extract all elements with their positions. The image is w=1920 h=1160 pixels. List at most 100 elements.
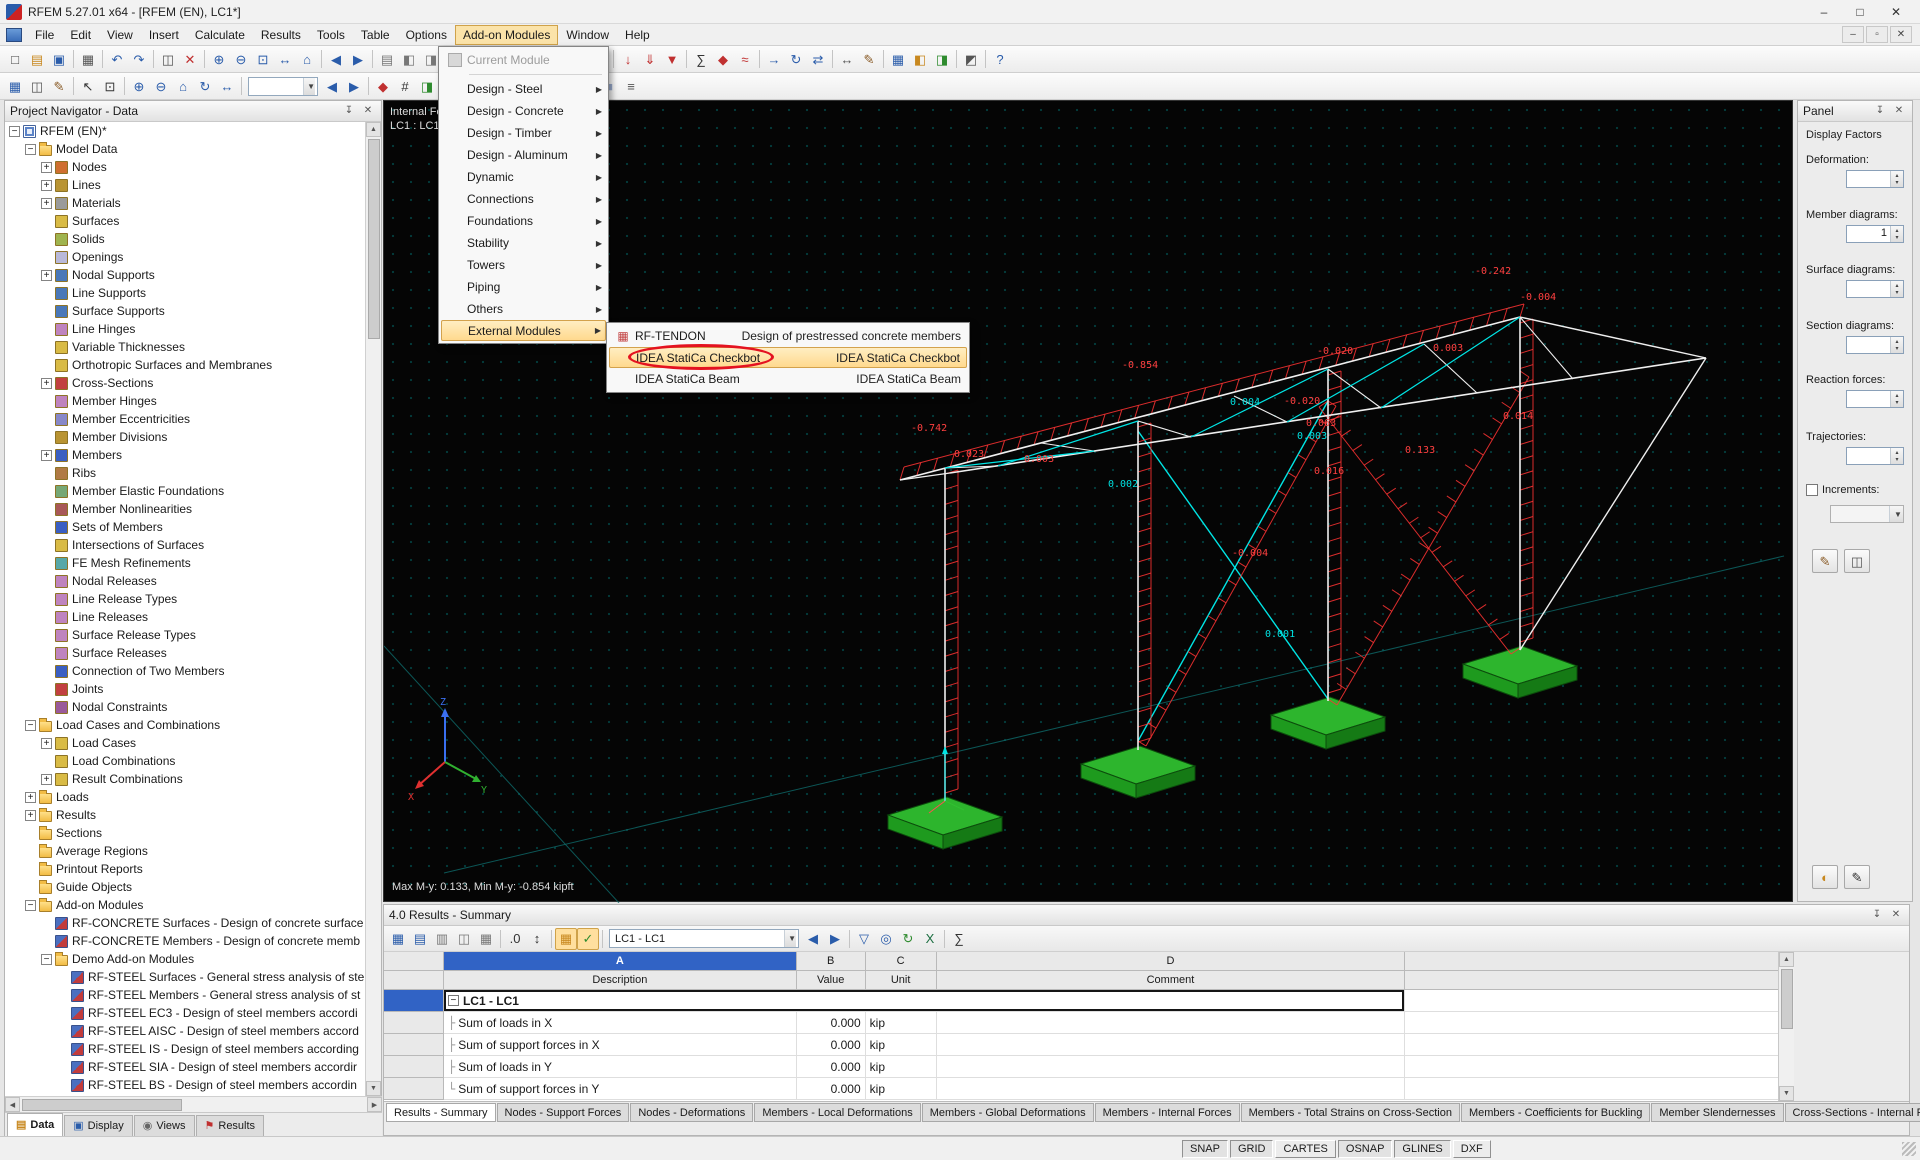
view-xz-button[interactable]: ◧ bbox=[398, 48, 420, 70]
undo-button[interactable]: ↶ bbox=[106, 48, 128, 70]
plus-box-icon[interactable]: + bbox=[25, 792, 36, 803]
status-toggle-dxf[interactable]: DXF bbox=[1453, 1140, 1491, 1158]
table-copy-button[interactable]: ◫ bbox=[26, 75, 48, 97]
plus-box-icon[interactable]: + bbox=[41, 198, 52, 209]
tree-item-result-combinations[interactable]: +Result Combinations bbox=[5, 770, 366, 788]
open-file-button[interactable]: ▤ bbox=[26, 48, 48, 70]
menu-item-design-aluminum[interactable]: Design - Aluminum▶ bbox=[441, 144, 606, 166]
scroll-up-icon[interactable]: ▲ bbox=[1779, 952, 1794, 967]
zoom2-all-button[interactable]: ⌂ bbox=[172, 75, 194, 97]
results-table-button[interactable]: ▦ bbox=[387, 928, 409, 950]
prev-case-button[interactable]: ◀ bbox=[802, 928, 824, 950]
results-onoff-button[interactable]: ◆ bbox=[372, 75, 394, 97]
tree-item-solids[interactable]: Solids bbox=[5, 230, 366, 248]
tree-item-rf-concrete-surfaces-design-of-concrete-surface[interactable]: RF-CONCRETE Surfaces - Design of concret… bbox=[5, 914, 366, 932]
minus-box-icon[interactable]: − bbox=[9, 126, 20, 137]
tree-item-rfem-en[interactable]: −RFEM (EN)* bbox=[5, 122, 366, 140]
menu-item-stability[interactable]: Stability▶ bbox=[441, 232, 606, 254]
tree-item-line-release-types[interactable]: Line Release Types bbox=[5, 590, 366, 608]
tree-item-sections[interactable]: Sections bbox=[5, 824, 366, 842]
status-toggle-snap[interactable]: SNAP bbox=[1182, 1140, 1228, 1158]
surface-diagrams-spinner[interactable]: ▴▾ bbox=[1846, 280, 1904, 298]
maximize-button[interactable]: □ bbox=[1842, 1, 1878, 23]
menu-item-help[interactable]: Help bbox=[617, 25, 658, 45]
show-relations-button[interactable]: ✓ bbox=[577, 928, 599, 950]
tree-item-surfaces[interactable]: Surfaces bbox=[5, 212, 366, 230]
results-tab-member-slendernesses[interactable]: Member Slendernesses bbox=[1651, 1103, 1783, 1122]
tree-item-openings[interactable]: Openings bbox=[5, 248, 366, 266]
menu-item-design-timber[interactable]: Design - Timber▶ bbox=[441, 122, 606, 144]
export-excel-button[interactable]: X bbox=[919, 928, 941, 950]
menu-item-view[interactable]: View bbox=[99, 25, 141, 45]
menu-item-options[interactable]: Options bbox=[398, 25, 455, 45]
comment-button[interactable]: ✎ bbox=[858, 48, 880, 70]
tree-item-printout-reports[interactable]: Printout Reports bbox=[5, 860, 366, 878]
menu-item-insert[interactable]: Insert bbox=[141, 25, 187, 45]
tree-item-line-supports[interactable]: Line Supports bbox=[5, 284, 366, 302]
tree-item-member-divisions[interactable]: Member Divisions bbox=[5, 428, 366, 446]
tree-item-surface-release-types[interactable]: Surface Release Types bbox=[5, 626, 366, 644]
results-tab-nodes-deformations[interactable]: Nodes - Deformations bbox=[630, 1103, 753, 1122]
tree-item-loads[interactable]: +Loads bbox=[5, 788, 366, 806]
results-selected-button[interactable]: ▥ bbox=[431, 928, 453, 950]
results-tab-members-local-deformations[interactable]: Members - Local Deformations bbox=[754, 1103, 920, 1122]
menu-item-external-modules[interactable]: External Modules▶ bbox=[441, 320, 606, 341]
minus-box-icon[interactable]: − bbox=[25, 720, 36, 731]
column-letter-A[interactable]: A bbox=[444, 952, 797, 971]
menu-item-file[interactable]: File bbox=[27, 25, 62, 45]
table-row[interactable]: ├Sum of loads in X0.000kip bbox=[384, 1012, 1793, 1034]
results-tab-members-internal-forces[interactable]: Members - Internal Forces bbox=[1095, 1103, 1240, 1122]
results-vertical-scrollbar[interactable]: ▲ ▼ bbox=[1778, 952, 1794, 1101]
show-tables-button[interactable]: ▦ bbox=[887, 48, 909, 70]
next-case-button[interactable]: ▶ bbox=[824, 928, 846, 950]
trajectories-spinner[interactable]: ▴▾ bbox=[1846, 447, 1904, 465]
menu-item-results[interactable]: Results bbox=[253, 25, 309, 45]
menu-item-piping[interactable]: Piping▶ bbox=[441, 276, 606, 298]
increments-select[interactable]: ▼ bbox=[1830, 505, 1904, 523]
table-edit-button[interactable]: ✎ bbox=[48, 75, 70, 97]
tree-item-surface-releases[interactable]: Surface Releases bbox=[5, 644, 366, 662]
column-letter-C[interactable]: C bbox=[866, 952, 937, 971]
menu-item-foundations[interactable]: Foundations▶ bbox=[441, 210, 606, 232]
table-group-row[interactable]: −LC1 - LC1 bbox=[384, 990, 1793, 1012]
tab-views[interactable]: ◉Views bbox=[134, 1115, 195, 1136]
scroll-right-icon[interactable]: ▶ bbox=[367, 1097, 382, 1112]
tree-item-materials[interactable]: +Materials bbox=[5, 194, 366, 212]
show-panel-button[interactable]: ◨ bbox=[931, 48, 953, 70]
sum-button[interactable]: ∑ bbox=[948, 928, 970, 950]
save-button[interactable]: ▣ bbox=[48, 48, 70, 70]
menu-item-dynamic[interactable]: Dynamic▶ bbox=[441, 166, 606, 188]
navigator-pin-button[interactable]: ↧ bbox=[341, 103, 357, 119]
results-tab-cross-sections-internal-forces[interactable]: Cross-Sections - Internal Forces bbox=[1785, 1103, 1920, 1122]
navigator-close-button[interactable]: ✕ bbox=[360, 103, 376, 119]
menu-item-table[interactable]: Table bbox=[353, 25, 398, 45]
tab-results[interactable]: ⚑Results bbox=[196, 1115, 265, 1136]
tree-item-rf-steel-is-design-of-steel-members-according[interactable]: RF-STEEL IS - Design of steel members ac… bbox=[5, 1040, 366, 1058]
menu-item-current-module[interactable]: Current Module bbox=[441, 49, 606, 71]
tree-horizontal-scrollbar[interactable]: ◀ ▶ bbox=[5, 1096, 382, 1112]
mdi-close-button[interactable]: ✕ bbox=[1890, 26, 1912, 43]
zoom2-in-button[interactable]: ⊕ bbox=[128, 75, 150, 97]
tree-item-rf-steel-surfaces-general-stress-analysis-of-ste[interactable]: RF-STEEL Surfaces - General stress analy… bbox=[5, 968, 366, 986]
column-letter-B[interactable]: B bbox=[797, 952, 866, 971]
minimize-button[interactable]: – bbox=[1806, 1, 1842, 23]
edit-factors-button[interactable]: ✎ bbox=[1812, 549, 1838, 573]
spinner-arrows-icon[interactable]: ▴▾ bbox=[1890, 226, 1903, 242]
tree-item-intersections-of-surfaces[interactable]: Intersections of Surfaces bbox=[5, 536, 366, 554]
show-navigator-button[interactable]: ◧ bbox=[909, 48, 931, 70]
tree-item-orthotropic-surfaces-and-membranes[interactable]: Orthotropic Surfaces and Membranes bbox=[5, 356, 366, 374]
plus-box-icon[interactable]: + bbox=[41, 450, 52, 461]
refresh-button[interactable]: ↻ bbox=[897, 928, 919, 950]
results-tab-results-summary[interactable]: Results - Summary bbox=[386, 1103, 496, 1122]
copy-button[interactable]: ◫ bbox=[157, 48, 179, 70]
next-view2-button[interactable]: ▶ bbox=[343, 75, 365, 97]
status-toggle-grid[interactable]: GRID bbox=[1230, 1140, 1274, 1158]
tree-item-connection-of-two-members[interactable]: Connection of Two Members bbox=[5, 662, 366, 680]
table-view-button[interactable]: ▦ bbox=[4, 75, 26, 97]
mdi-restore-button[interactable]: ▫ bbox=[1866, 26, 1888, 43]
result-diagram-button[interactable]: ≈ bbox=[734, 48, 756, 70]
plus-box-icon[interactable]: + bbox=[41, 378, 52, 389]
dimension-button[interactable]: ↔ bbox=[836, 48, 858, 70]
tree-item-load-cases-and-combinations[interactable]: −Load Cases and Combinations bbox=[5, 716, 366, 734]
spinner-arrows-icon[interactable]: ▴▾ bbox=[1890, 391, 1903, 407]
